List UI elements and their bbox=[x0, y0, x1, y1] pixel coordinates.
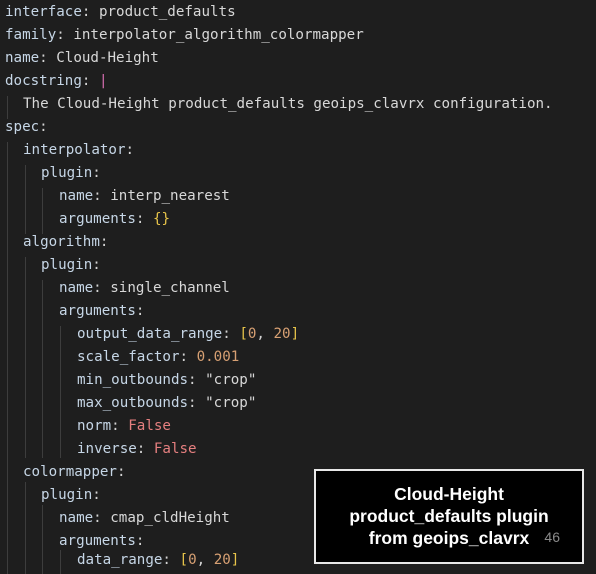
code-line: min_outbounds: "crop" bbox=[77, 372, 257, 388]
code-line: spec: bbox=[5, 119, 48, 135]
code-line: interface: product_defaults bbox=[5, 4, 236, 20]
code-line: data_range: [0, 20] bbox=[77, 552, 240, 568]
code-line: colormapper: bbox=[23, 464, 126, 480]
yaml-value: single_channel bbox=[110, 280, 230, 296]
yaml-value: cmap_cldHeight bbox=[110, 510, 230, 526]
indent-guide bbox=[25, 257, 26, 458]
yaml-value: 0.001 bbox=[196, 349, 240, 365]
yaml-key: scale_factor bbox=[77, 349, 180, 365]
close-bracket: ] bbox=[290, 326, 300, 342]
code-line: name: single_channel bbox=[59, 280, 230, 296]
code-line: name: Cloud-Height bbox=[5, 50, 159, 66]
code-line: plugin: bbox=[41, 257, 101, 273]
yaml-value: {} bbox=[152, 211, 171, 227]
indent-guide bbox=[25, 482, 26, 574]
yaml-key: data_range bbox=[77, 552, 163, 568]
caption-box: Cloud-Height product_defaults plugin fro… bbox=[314, 469, 584, 564]
yaml-key: max_outbounds bbox=[77, 395, 189, 411]
close-bracket: ] bbox=[230, 552, 240, 568]
indent-guide bbox=[42, 505, 43, 574]
indent-guide bbox=[42, 188, 43, 234]
yaml-key: plugin bbox=[41, 165, 93, 181]
yaml-value: interp_nearest bbox=[110, 188, 230, 204]
open-bracket: [ bbox=[239, 326, 248, 342]
indent-guide bbox=[7, 142, 8, 574]
yaml-key: interpolator bbox=[23, 142, 126, 158]
yaml-key: arguments bbox=[59, 211, 136, 227]
code-line: plugin: bbox=[41, 165, 101, 181]
yaml-key: plugin bbox=[41, 257, 93, 273]
caption-source: from geoips_clavrx bbox=[368, 528, 530, 548]
block-scalar-indicator: | bbox=[98, 73, 108, 89]
yaml-key: norm bbox=[77, 418, 112, 434]
code-line: arguments: {} bbox=[59, 211, 171, 227]
yaml-value: Cloud-Height bbox=[56, 50, 159, 66]
yaml-key: arguments bbox=[59, 303, 136, 319]
indent-guide bbox=[60, 326, 61, 458]
yaml-key: docstring bbox=[5, 73, 82, 89]
yaml-key: output_data_range bbox=[77, 326, 223, 342]
yaml-key: plugin bbox=[41, 487, 93, 503]
docstring-text: The Cloud-Height product_defaults geoips… bbox=[23, 96, 553, 112]
code-line: docstring: | bbox=[5, 73, 108, 89]
yaml-key: name bbox=[5, 50, 40, 66]
code-line: norm: False bbox=[77, 418, 171, 434]
yaml-key: inverse bbox=[77, 441, 137, 457]
code-line: algorithm: bbox=[23, 234, 109, 250]
yaml-key: min_outbounds bbox=[77, 372, 189, 388]
yaml-key: name bbox=[59, 510, 94, 526]
separator: , bbox=[256, 326, 274, 342]
code-line: output_data_range: [0, 20] bbox=[77, 326, 300, 342]
page-number: 46 bbox=[544, 529, 560, 545]
yaml-value: 20 bbox=[273, 326, 291, 342]
yaml-value: "crop" bbox=[205, 372, 257, 388]
code-line: arguments: bbox=[59, 303, 145, 319]
indent-guide bbox=[42, 280, 43, 458]
yaml-key: interface bbox=[5, 4, 82, 20]
yaml-key: algorithm bbox=[23, 234, 100, 250]
code-line: scale_factor: 0.001 bbox=[77, 349, 240, 365]
yaml-key: name bbox=[59, 188, 94, 204]
code-line: name: cmap_cldHeight bbox=[59, 510, 230, 526]
yaml-value: "crop" bbox=[205, 395, 257, 411]
code-line: inverse: False bbox=[77, 441, 197, 457]
code-line: interpolator: bbox=[23, 142, 135, 158]
code-line: plugin: bbox=[41, 487, 101, 503]
yaml-value: interpolator_algorithm_colormapper bbox=[73, 27, 364, 43]
open-bracket: [ bbox=[179, 552, 189, 568]
code-line: max_outbounds: "crop" bbox=[77, 395, 257, 411]
yaml-value: 20 bbox=[213, 552, 231, 568]
yaml-key: arguments bbox=[59, 533, 136, 549]
yaml-value: False bbox=[128, 418, 171, 434]
code-line: The Cloud-Height product_defaults geoips… bbox=[23, 93, 553, 116]
yaml-value: False bbox=[153, 441, 197, 457]
caption-title: Cloud-Height bbox=[394, 484, 504, 504]
yaml-key: name bbox=[59, 280, 94, 296]
indent-guide bbox=[25, 165, 26, 234]
code-line: family: interpolator_algorithm_colormapp… bbox=[5, 27, 364, 43]
code-line: name: interp_nearest bbox=[59, 188, 230, 204]
yaml-value: product_defaults bbox=[98, 4, 236, 20]
caption-subtitle: product_defaults plugin bbox=[349, 506, 549, 526]
separator: , bbox=[196, 552, 214, 568]
yaml-key: spec bbox=[5, 119, 40, 135]
yaml-key: colormapper bbox=[23, 464, 117, 480]
yaml-value: 0 bbox=[188, 552, 197, 568]
indent-guide bbox=[60, 550, 61, 574]
yaml-key: family bbox=[5, 27, 57, 43]
